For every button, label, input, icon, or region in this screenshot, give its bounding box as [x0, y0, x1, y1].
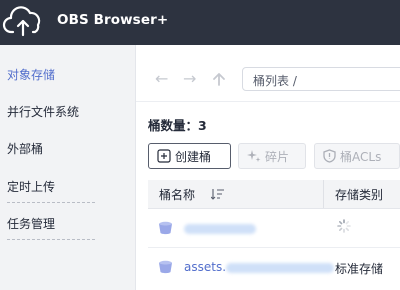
sidebar-item-object-storage[interactable]: 对象存储: [7, 66, 55, 83]
sidebar-divider: [7, 202, 95, 203]
app-title: OBS Browser+: [57, 12, 169, 28]
title-bar: OBS Browser+: [0, 0, 400, 45]
redacted-name: [226, 262, 335, 273]
path-breadcrumb-input[interactable]: 桶列表 /: [242, 67, 400, 91]
bucket-count: 桶数量：3: [148, 118, 207, 133]
column-separator: [323, 180, 324, 208]
column-header-bucket-name[interactable]: 桶名称: [159, 186, 195, 203]
redacted-name: [184, 223, 256, 234]
sidebar-item-external-bucket[interactable]: 外部桶: [7, 140, 43, 157]
forward-arrow-icon[interactable]: →: [183, 71, 196, 87]
create-bucket-button[interactable]: 创建桶: [148, 143, 231, 169]
bucket-name-link[interactable]: [184, 221, 256, 235]
cloud-upload-icon: [2, 6, 41, 37]
shield-icon: [323, 149, 336, 163]
sidebar-item-scheduled-upload[interactable]: 定时上传: [7, 178, 55, 195]
table-row[interactable]: assets. 标准存储: [148, 250, 400, 286]
bucket-name-link[interactable]: assets.: [184, 260, 335, 274]
table-header: 桶名称 存储类别: [148, 180, 400, 209]
up-arrow-icon[interactable]: [211, 71, 227, 87]
create-bucket-label: 创建桶: [175, 149, 212, 164]
sparkle-icon: [247, 150, 261, 162]
table-row[interactable]: [148, 211, 400, 247]
bucket-acls-button[interactable]: 桶ACLs: [314, 143, 400, 169]
divider: [136, 101, 400, 102]
loading-spinner-icon: [337, 219, 351, 233]
fragments-button[interactable]: 碎片: [238, 143, 306, 169]
bucket-acls-label: 桶ACLs: [340, 149, 382, 164]
sidebar-item-task-management[interactable]: 任务管理: [7, 215, 55, 232]
back-arrow-icon[interactable]: ←: [155, 71, 168, 87]
column-header-storage-class[interactable]: 存储类别: [335, 186, 383, 203]
row-divider: [148, 247, 400, 248]
storage-class-value: 标准存储: [335, 262, 384, 276]
bucket-icon: [159, 221, 172, 235]
sort-icon[interactable]: [211, 188, 225, 200]
sidebar-item-parallel-file-system[interactable]: 并行文件系统: [7, 103, 79, 120]
bucket-icon: [159, 260, 172, 274]
add-box-icon: [157, 149, 171, 163]
sidebar-divider: [7, 239, 95, 240]
fragments-label: 碎片: [265, 149, 290, 164]
sidebar: 对象存储 并行文件系统 外部桶 定时上传 任务管理: [0, 45, 136, 290]
